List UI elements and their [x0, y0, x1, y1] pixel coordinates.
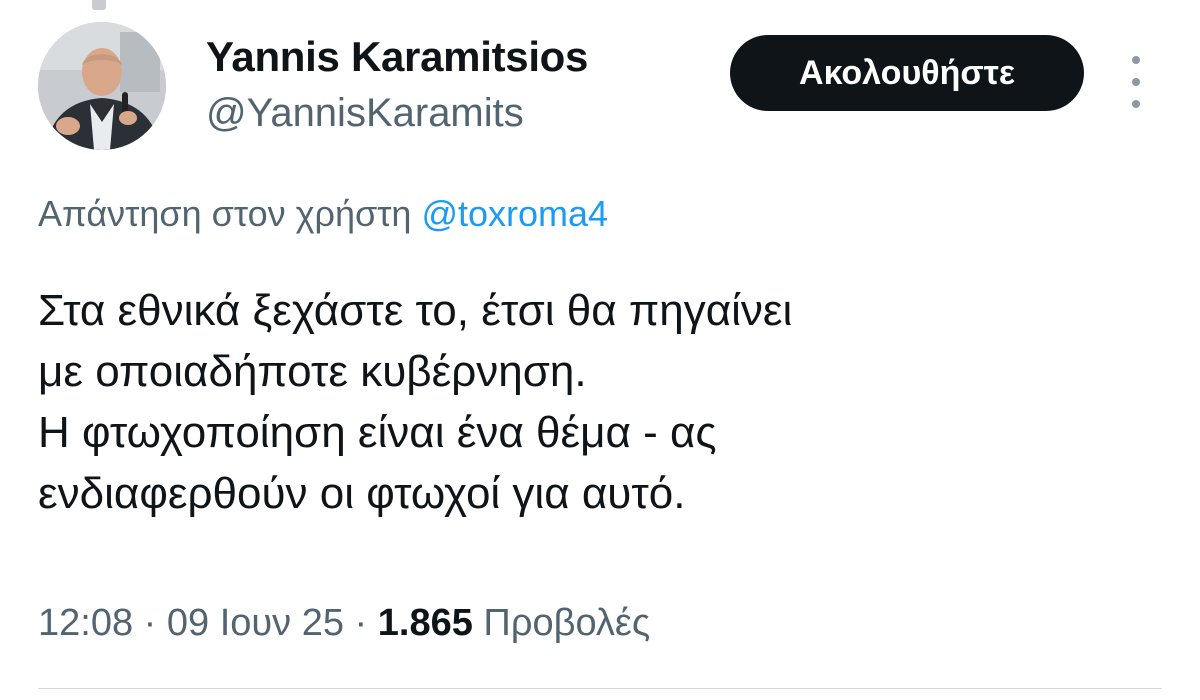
tweet-meta: 12:08 · 09 Ιουν 25 · 1.865 Προβολές — [38, 598, 650, 648]
tweet-line: Η φτωχοποίηση είναι ένα θέμα - ας — [38, 408, 717, 457]
tweet-text: Στα εθνικά ξεχάστε το, έτσι θα πηγαίνει … — [38, 280, 1158, 524]
meta-separator: · — [133, 602, 167, 644]
profile-photo-icon — [38, 22, 166, 150]
more-options-icon[interactable] — [1124, 52, 1148, 112]
avatar[interactable] — [38, 22, 166, 150]
reply-mention-link[interactable]: @toxroma4 — [421, 193, 608, 234]
reply-context-prefix: Απάντηση στον χρήστη — [38, 193, 422, 234]
reply-context: Απάντηση στον χρήστη @toxroma4 — [38, 190, 608, 238]
tweet-date[interactable]: 09 Ιουν 25 — [167, 602, 344, 644]
tweet-header: Yannis Karamitsios @YannisKaramits Ακολο… — [38, 22, 1162, 152]
dot — [1132, 100, 1140, 108]
divider — [38, 688, 1162, 689]
author-handle[interactable]: @YannisKaramits — [206, 88, 588, 138]
tweet-line: Στα εθνικά ξεχάστε το, έτσι θα πηγαίνει — [38, 286, 793, 335]
tweet-line: ενδιαφερθούν οι φτωχοί για αυτό. — [38, 469, 686, 518]
meta-separator: · — [344, 602, 378, 644]
dot — [1132, 78, 1140, 86]
author-display-name[interactable]: Yannis Karamitsios — [206, 32, 588, 82]
author-names: Yannis Karamitsios @YannisKaramits — [206, 32, 588, 138]
dot — [1132, 56, 1140, 64]
tweet-time[interactable]: 12:08 — [38, 602, 133, 644]
tweet-line: με οποιαδήποτε κυβέρνηση. — [38, 347, 587, 396]
views-label: Προβολές — [472, 602, 651, 644]
follow-button[interactable]: Ακολουθήστε — [730, 35, 1084, 111]
top-decor — [92, 0, 106, 10]
views-count: 1.865 — [377, 602, 473, 644]
